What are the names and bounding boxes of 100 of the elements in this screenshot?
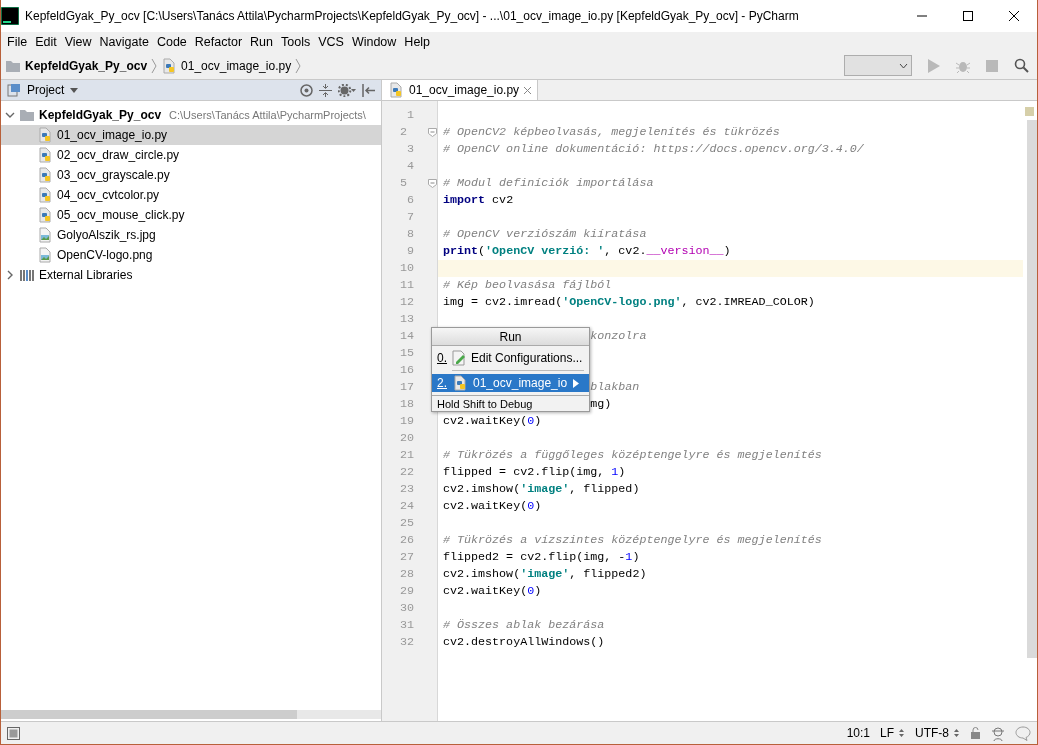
line-number: 18	[398, 396, 414, 413]
line-number: 2	[399, 124, 407, 141]
code-line: # Kép beolvasása fájlból	[443, 277, 612, 294]
tree-item[interactable]: 03_ocv_grayscale.py	[1, 165, 381, 185]
updown-icon	[953, 728, 960, 738]
event-log-icon[interactable]	[1015, 725, 1031, 741]
menu-item[interactable]: Navigate	[95, 32, 153, 52]
code-line: # Modul definíciók importálása	[443, 175, 654, 192]
app-logo-icon	[1, 7, 19, 25]
code-line: cv2.waitKey(0)	[443, 583, 542, 600]
code-line: import cv2	[443, 192, 514, 209]
line-number: 21	[398, 447, 414, 464]
popup-menu-item[interactable]: 0. Edit Configurations...	[432, 349, 589, 367]
breadcrumb[interactable]: KepfeldGyak_Py_ocv	[1, 56, 152, 75]
locate-icon[interactable]	[300, 83, 313, 97]
line-number: 12	[398, 294, 414, 311]
menu-item[interactable]: File	[3, 32, 32, 52]
menu-item[interactable]: Edit	[31, 32, 61, 52]
python-file-icon	[161, 57, 178, 74]
line-number: 11	[398, 277, 414, 294]
tree-item[interactable]: OpenCV-logo.png	[1, 245, 381, 265]
python-file-icon	[388, 82, 404, 98]
python-file-icon	[37, 187, 53, 203]
close-icon	[1009, 11, 1019, 21]
editor-tab[interactable]: 01_ocv_image_io.py	[382, 80, 539, 100]
fold-icon[interactable]	[428, 179, 437, 188]
image-file-icon	[37, 247, 53, 263]
tree-item[interactable]: 02_ocv_draw_circle.py	[1, 145, 381, 165]
menu-item[interactable]: View	[60, 32, 96, 52]
tree-item[interactable]: GolyoAlszik_rs.jpg	[1, 225, 381, 245]
panel-toggle-icon[interactable]	[7, 726, 20, 740]
line-number: 5	[399, 175, 407, 192]
line-number: 4	[406, 158, 414, 175]
line-separator-selector[interactable]: LF	[880, 724, 905, 742]
close-icon[interactable]	[524, 86, 532, 94]
line-number: 23	[398, 481, 414, 498]
breadcrumb[interactable]: 01_ocv_image_io.py	[157, 56, 296, 75]
window-title: KepfeldGyak_Py_ocv [C:\Users\Tanács Attila\PycharmProjects\KepfeldGyak_Py_ocv] - ...\01_ocv_image_io.py [KepfeldGyak_Py_ocv] - PyCharm	[25, 8, 800, 25]
code-line: # OpenCV2 képbeolvasás, megjelenítés és tükrözés	[443, 124, 780, 141]
line-number: 14	[398, 328, 414, 345]
line-number: 31	[398, 617, 414, 634]
project-icon	[7, 83, 21, 97]
popup-menu-item[interactable]: 2. 01_ocv_image_io	[432, 374, 589, 392]
code-line: # OpenCV verziószám kiíratása	[443, 226, 647, 243]
lock-icon[interactable]	[970, 727, 981, 739]
line-number: 20	[398, 430, 414, 447]
line-number: 15	[398, 345, 414, 362]
menu-item[interactable]: Refactor	[190, 32, 247, 52]
encoding-selector[interactable]: UTF-8	[915, 724, 960, 742]
code-line: flipped2 = cv2.flip(img, -1)	[443, 549, 640, 566]
settings-icon[interactable]	[338, 83, 356, 97]
code-line: flipped = cv2.flip(img, 1)	[443, 464, 626, 481]
line-number: 13	[398, 311, 414, 328]
code-line: cv2.waitKey(0)	[443, 413, 542, 430]
code-line: # Tükrözés a vízszintes középtengelyre és megjelenítés	[443, 532, 822, 549]
menu-item[interactable]: Run	[246, 32, 277, 52]
inspector-icon[interactable]	[991, 725, 1005, 741]
menu-item[interactable]: VCS	[314, 32, 348, 52]
collapse-icon[interactable]	[319, 83, 332, 97]
folder-path: C:\Users\Tanács Attila\PycharmProjects\	[169, 107, 366, 123]
tree-item[interactable]: External Libraries	[1, 265, 381, 285]
line-number: 6	[406, 192, 414, 209]
menu-item[interactable]: Window	[347, 32, 401, 52]
line-number: 19	[398, 413, 414, 430]
caret-position[interactable]: 10:1	[846, 724, 870, 742]
menu-item[interactable]: Code	[152, 32, 191, 52]
line-number: 27	[398, 549, 414, 566]
fold-icon[interactable]	[428, 128, 437, 137]
line-number: 17	[398, 379, 414, 396]
folder-icon	[19, 107, 35, 123]
line-number: 8	[406, 226, 414, 243]
line-number: 29	[398, 583, 414, 600]
chevron-icon	[151, 57, 158, 74]
line-number: 25	[398, 515, 414, 532]
analysis-marker	[1025, 107, 1034, 116]
menu-item[interactable]: Help	[400, 32, 435, 52]
library-icon	[19, 267, 35, 283]
dropdown-caret-icon	[899, 62, 908, 69]
python-file-icon	[37, 127, 53, 143]
line-number: 26	[398, 532, 414, 549]
dropdown-caret-icon[interactable]	[70, 87, 79, 93]
line-number: 28	[398, 566, 414, 583]
python-file-icon	[37, 207, 53, 223]
tree-item[interactable]: 01_ocv_image_io.py	[1, 125, 381, 145]
python-file-icon	[37, 167, 53, 183]
python-file-icon	[37, 147, 53, 163]
tree-item[interactable]: 05_ocv_mouse_click.py	[1, 205, 381, 225]
search-icon[interactable]	[1014, 58, 1029, 73]
hide-panel-icon[interactable]	[362, 83, 375, 97]
code-line: cv2.imshow('image', flipped)	[443, 481, 640, 498]
line-number: 10	[398, 260, 414, 277]
menu-item[interactable]: Tools	[277, 32, 315, 52]
line-number: 7	[406, 209, 414, 226]
line-number: 30	[398, 600, 414, 617]
tree-item[interactable]: 04_ocv_cvtcolor.py	[1, 185, 381, 205]
line-number: 3	[406, 141, 414, 158]
code-line: # Összes ablak bezárása	[443, 617, 605, 634]
panel-title[interactable]: Project	[27, 81, 65, 99]
code-line: mg)	[590, 396, 612, 413]
tree-item[interactable]: KepfeldGyak_Py_ocv C:\Users\Tanács Attila\PycharmProjects\	[1, 105, 381, 125]
